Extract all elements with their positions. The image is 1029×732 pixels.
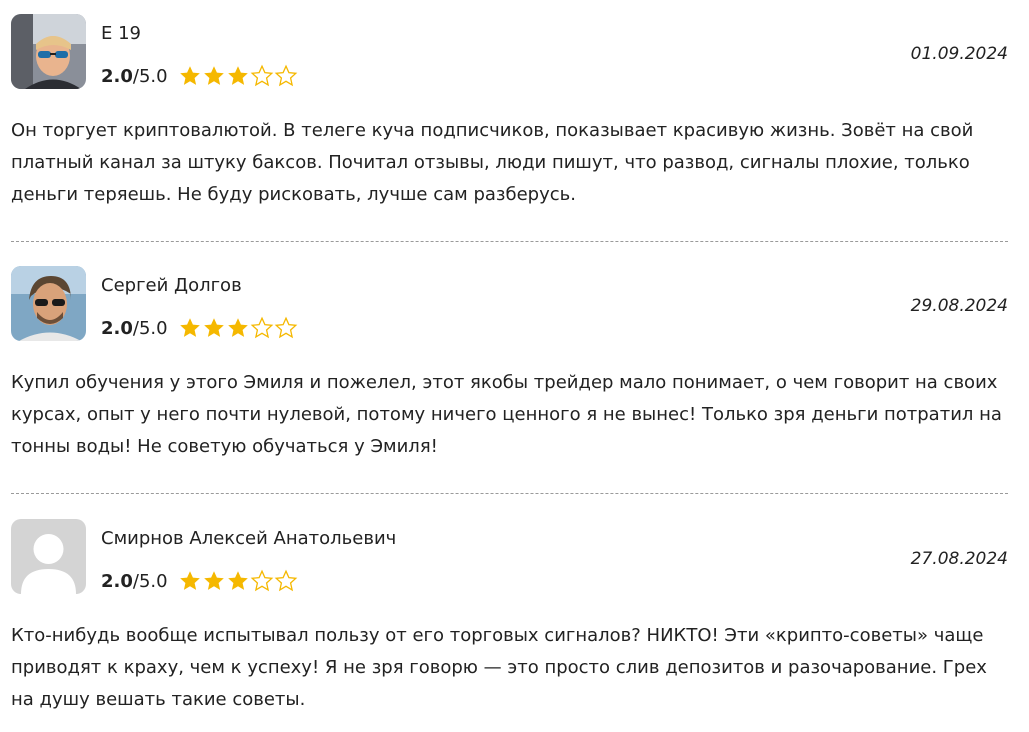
review-text: Он торгует криптовалютой. В телеге куча …: [11, 120, 974, 205]
rating-stars: [178, 569, 298, 593]
star-empty-icon: [250, 569, 273, 592]
rating-max: /5.0: [132, 65, 168, 87]
star-filled-icon: [227, 66, 248, 85]
star-filled-icon: [203, 66, 224, 85]
author-name: Е 19: [101, 23, 141, 44]
star-empty-icon: [274, 64, 297, 87]
rating-max: /5.0: [132, 317, 168, 339]
rating-stars: [178, 316, 298, 340]
star-empty-icon: [250, 64, 273, 87]
review-text: Кто-нибудь вообще испытывал пользу от ег…: [11, 625, 987, 710]
rating: 2.0 /5.0: [101, 63, 298, 89]
rating: 2.0 /5.0: [101, 568, 298, 594]
star-empty-icon: [274, 316, 297, 339]
divider: [11, 241, 1008, 242]
star-filled-icon: [179, 318, 200, 337]
author-name: Смирнов Алексей Анатольевич: [101, 528, 397, 549]
author-avatar: [11, 266, 86, 341]
star-filled-icon: [179, 571, 200, 590]
rating: 2.0 /5.0: [101, 315, 298, 341]
star-filled-icon: [203, 318, 224, 337]
star-filled-icon: [227, 571, 248, 590]
author-avatar: [11, 519, 86, 594]
review-date: 29.08.2024: [910, 296, 1008, 316]
review-text: Купил обучения у этого Эмиля и пожелел, …: [11, 372, 1002, 457]
divider: [11, 493, 1008, 494]
rating-score: 2.0: [101, 317, 133, 339]
rating-score: 2.0: [101, 570, 133, 592]
author-name: Сергей Долгов: [101, 275, 242, 296]
review-date: 01.09.2024: [910, 44, 1008, 64]
star-filled-icon: [203, 571, 224, 590]
rating-max: /5.0: [132, 570, 168, 592]
review-date: 27.08.2024: [910, 549, 1008, 569]
rating-score: 2.0: [101, 65, 133, 87]
author-avatar: [11, 14, 86, 89]
star-filled-icon: [179, 66, 200, 85]
rating-stars: [178, 64, 298, 88]
star-empty-icon: [250, 316, 273, 339]
star-filled-icon: [227, 318, 248, 337]
star-empty-icon: [274, 569, 297, 592]
